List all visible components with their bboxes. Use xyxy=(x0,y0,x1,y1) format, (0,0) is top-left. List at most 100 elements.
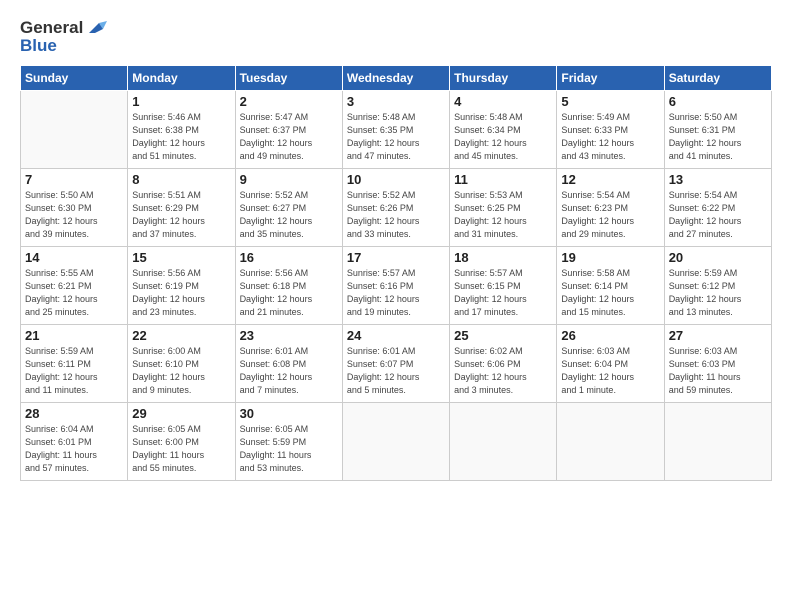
day-number: 10 xyxy=(347,172,445,187)
calendar-cell: 2 Sunrise: 5:47 AM Sunset: 6:37 PM Daylig… xyxy=(235,91,342,169)
day-info: Sunrise: 6:03 AM Sunset: 6:03 PM Dayligh… xyxy=(669,345,767,397)
weekday-header-thursday: Thursday xyxy=(450,66,557,91)
day-number: 26 xyxy=(561,328,659,343)
day-number: 7 xyxy=(25,172,123,187)
day-info: Sunrise: 5:56 AM Sunset: 6:19 PM Dayligh… xyxy=(132,267,230,319)
day-info: Sunrise: 5:55 AM Sunset: 6:21 PM Dayligh… xyxy=(25,267,123,319)
week-row-1: 1 Sunrise: 5:46 AM Sunset: 6:38 PM Daylig… xyxy=(21,91,772,169)
calendar-cell: 5 Sunrise: 5:49 AM Sunset: 6:33 PM Daylig… xyxy=(557,91,664,169)
day-info: Sunrise: 5:57 AM Sunset: 6:16 PM Dayligh… xyxy=(347,267,445,319)
day-number: 19 xyxy=(561,250,659,265)
day-info: Sunrise: 5:48 AM Sunset: 6:35 PM Dayligh… xyxy=(347,111,445,163)
day-number: 16 xyxy=(240,250,338,265)
calendar-cell: 8Sunrise: 5:51 AM Sunset: 6:29 PM Daylig… xyxy=(128,169,235,247)
day-info: Sunrise: 5:52 AM Sunset: 6:27 PM Dayligh… xyxy=(240,189,338,241)
day-info: Sunrise: 5:54 AM Sunset: 6:23 PM Dayligh… xyxy=(561,189,659,241)
weekday-header-saturday: Saturday xyxy=(664,66,771,91)
calendar-cell: 30 Sunrise: 6:05 AM Sunset: 5:59 PM Dayli… xyxy=(235,403,342,481)
weekday-header-sunday: Sunday xyxy=(21,66,128,91)
weekday-header-friday: Friday xyxy=(557,66,664,91)
calendar-cell: 6Sunrise: 5:50 AM Sunset: 6:31 PM Daylig… xyxy=(664,91,771,169)
day-number: 17 xyxy=(347,250,445,265)
day-info: Sunrise: 5:52 AM Sunset: 6:26 PM Dayligh… xyxy=(347,189,445,241)
logo: General Blue xyxy=(20,18,107,55)
day-info: Sunrise: 6:01 AM Sunset: 6:07 PM Dayligh… xyxy=(347,345,445,397)
calendar-cell: 7 Sunrise: 5:50 AM Sunset: 6:30 PM Daylig… xyxy=(21,169,128,247)
day-number: 21 xyxy=(25,328,123,343)
calendar-cell: 21 Sunrise: 5:59 AM Sunset: 6:11 PM Dayli… xyxy=(21,325,128,403)
day-info: Sunrise: 5:46 AM Sunset: 6:38 PM Dayligh… xyxy=(132,111,230,163)
day-info: Sunrise: 5:59 AM Sunset: 6:11 PM Dayligh… xyxy=(25,345,123,397)
day-number: 4 xyxy=(454,94,552,109)
day-number: 12 xyxy=(561,172,659,187)
calendar-cell xyxy=(21,91,128,169)
weekday-header-monday: Monday xyxy=(128,66,235,91)
calendar-cell: 16 Sunrise: 5:56 AM Sunset: 6:18 PM Dayli… xyxy=(235,247,342,325)
day-info: Sunrise: 5:49 AM Sunset: 6:33 PM Dayligh… xyxy=(561,111,659,163)
day-number: 25 xyxy=(454,328,552,343)
day-info: Sunrise: 5:59 AM Sunset: 6:12 PM Dayligh… xyxy=(669,267,767,319)
day-info: Sunrise: 6:00 AM Sunset: 6:10 PM Dayligh… xyxy=(132,345,230,397)
calendar-cell: 22Sunrise: 6:00 AM Sunset: 6:10 PM Dayli… xyxy=(128,325,235,403)
day-info: Sunrise: 5:51 AM Sunset: 6:29 PM Dayligh… xyxy=(132,189,230,241)
calendar-cell: 18Sunrise: 5:57 AM Sunset: 6:15 PM Dayli… xyxy=(450,247,557,325)
day-info: Sunrise: 5:54 AM Sunset: 6:22 PM Dayligh… xyxy=(669,189,767,241)
week-row-3: 14 Sunrise: 5:55 AM Sunset: 6:21 PM Dayli… xyxy=(21,247,772,325)
day-number: 30 xyxy=(240,406,338,421)
day-number: 11 xyxy=(454,172,552,187)
calendar-cell: 4 Sunrise: 5:48 AM Sunset: 6:34 PM Daylig… xyxy=(450,91,557,169)
day-number: 3 xyxy=(347,94,445,109)
day-number: 29 xyxy=(132,406,230,421)
day-number: 5 xyxy=(561,94,659,109)
calendar-cell xyxy=(342,403,449,481)
calendar-cell: 28Sunrise: 6:04 AM Sunset: 6:01 PM Dayli… xyxy=(21,403,128,481)
day-info: Sunrise: 6:05 AM Sunset: 6:00 PM Dayligh… xyxy=(132,423,230,475)
day-info: Sunrise: 5:47 AM Sunset: 6:37 PM Dayligh… xyxy=(240,111,338,163)
day-number: 2 xyxy=(240,94,338,109)
day-number: 20 xyxy=(669,250,767,265)
day-number: 6 xyxy=(669,94,767,109)
day-number: 1 xyxy=(132,94,230,109)
week-row-5: 28Sunrise: 6:04 AM Sunset: 6:01 PM Dayli… xyxy=(21,403,772,481)
weekday-header-wednesday: Wednesday xyxy=(342,66,449,91)
calendar-cell xyxy=(664,403,771,481)
day-number: 23 xyxy=(240,328,338,343)
calendar-cell: 13 Sunrise: 5:54 AM Sunset: 6:22 PM Dayli… xyxy=(664,169,771,247)
day-info: Sunrise: 6:03 AM Sunset: 6:04 PM Dayligh… xyxy=(561,345,659,397)
day-info: Sunrise: 6:05 AM Sunset: 5:59 PM Dayligh… xyxy=(240,423,338,475)
calendar-cell: 1 Sunrise: 5:46 AM Sunset: 6:38 PM Daylig… xyxy=(128,91,235,169)
calendar-cell: 26 Sunrise: 6:03 AM Sunset: 6:04 PM Dayli… xyxy=(557,325,664,403)
day-number: 27 xyxy=(669,328,767,343)
calendar-cell: 23Sunrise: 6:01 AM Sunset: 6:08 PM Dayli… xyxy=(235,325,342,403)
weekday-header-tuesday: Tuesday xyxy=(235,66,342,91)
calendar-cell: 15 Sunrise: 5:56 AM Sunset: 6:19 PM Dayli… xyxy=(128,247,235,325)
calendar-cell: 29 Sunrise: 6:05 AM Sunset: 6:00 PM Dayli… xyxy=(128,403,235,481)
day-info: Sunrise: 5:58 AM Sunset: 6:14 PM Dayligh… xyxy=(561,267,659,319)
day-number: 9 xyxy=(240,172,338,187)
day-number: 13 xyxy=(669,172,767,187)
calendar-cell: 20 Sunrise: 5:59 AM Sunset: 6:12 PM Dayli… xyxy=(664,247,771,325)
day-number: 15 xyxy=(132,250,230,265)
calendar-cell: 14 Sunrise: 5:55 AM Sunset: 6:21 PM Dayli… xyxy=(21,247,128,325)
day-info: Sunrise: 5:48 AM Sunset: 6:34 PM Dayligh… xyxy=(454,111,552,163)
header: General Blue xyxy=(20,18,772,55)
week-row-2: 7 Sunrise: 5:50 AM Sunset: 6:30 PM Daylig… xyxy=(21,169,772,247)
calendar-cell: 9 Sunrise: 5:52 AM Sunset: 6:27 PM Daylig… xyxy=(235,169,342,247)
week-row-4: 21 Sunrise: 5:59 AM Sunset: 6:11 PM Dayli… xyxy=(21,325,772,403)
calendar-page: General Blue SundayMondayTuesdayWednesda… xyxy=(0,0,792,612)
day-info: Sunrise: 5:50 AM Sunset: 6:30 PM Dayligh… xyxy=(25,189,123,241)
calendar-cell xyxy=(557,403,664,481)
calendar-cell: 3 Sunrise: 5:48 AM Sunset: 6:35 PM Daylig… xyxy=(342,91,449,169)
calendar-cell xyxy=(450,403,557,481)
day-number: 18 xyxy=(454,250,552,265)
day-info: Sunrise: 5:56 AM Sunset: 6:18 PM Dayligh… xyxy=(240,267,338,319)
day-number: 14 xyxy=(25,250,123,265)
day-info: Sunrise: 5:53 AM Sunset: 6:25 PM Dayligh… xyxy=(454,189,552,241)
calendar-cell: 17 Sunrise: 5:57 AM Sunset: 6:16 PM Dayli… xyxy=(342,247,449,325)
calendar-cell: 11 Sunrise: 5:53 AM Sunset: 6:25 PM Dayli… xyxy=(450,169,557,247)
calendar-cell: 10 Sunrise: 5:52 AM Sunset: 6:26 PM Dayli… xyxy=(342,169,449,247)
calendar-cell: 25Sunrise: 6:02 AM Sunset: 6:06 PM Dayli… xyxy=(450,325,557,403)
logo-bird-icon xyxy=(85,19,107,37)
day-info: Sunrise: 6:04 AM Sunset: 6:01 PM Dayligh… xyxy=(25,423,123,475)
calendar-cell: 24Sunrise: 6:01 AM Sunset: 6:07 PM Dayli… xyxy=(342,325,449,403)
